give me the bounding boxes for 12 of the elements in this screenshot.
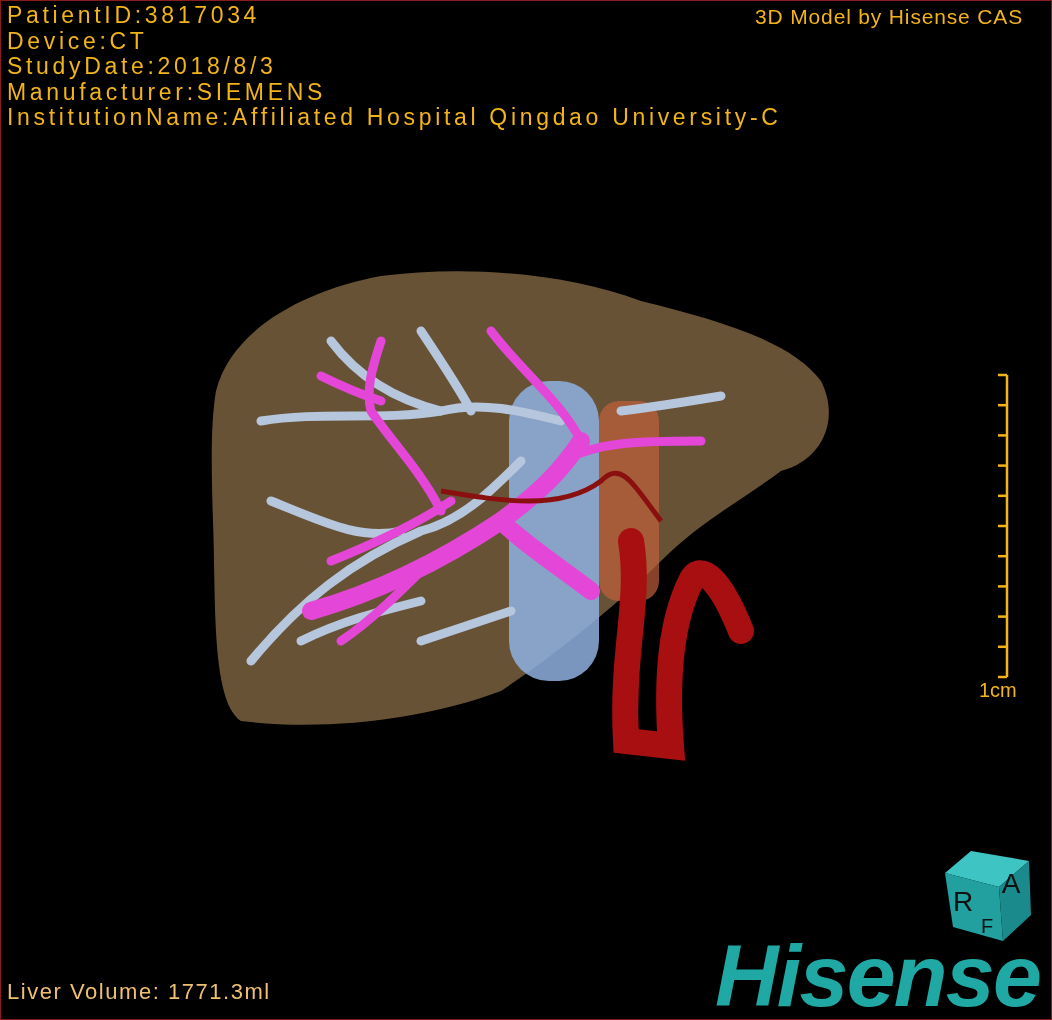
cube-face-label: A — [1001, 868, 1021, 899]
viewer-title: 3D Model by Hisense CAS — [755, 4, 1023, 29]
info-text: InstitutionName:Affiliated Hospital Qingdao University-C — [7, 105, 782, 131]
scale-label: 1cm — [979, 679, 1017, 701]
info-text: Manufacturer:SIEMENS — [7, 79, 327, 105]
cube-face-label: R — [952, 886, 974, 917]
info-text: StudyDate:2018/8/3 — [7, 54, 277, 80]
info-text: PatientID:3817034 — [7, 3, 261, 29]
brand-logo: Hisense — [715, 935, 1041, 1017]
liver-volume-text: Liver Volume: 1771.3ml — [7, 979, 271, 1005]
cube-face-label: F — [980, 915, 994, 937]
info-text: Device:CT — [7, 28, 148, 54]
